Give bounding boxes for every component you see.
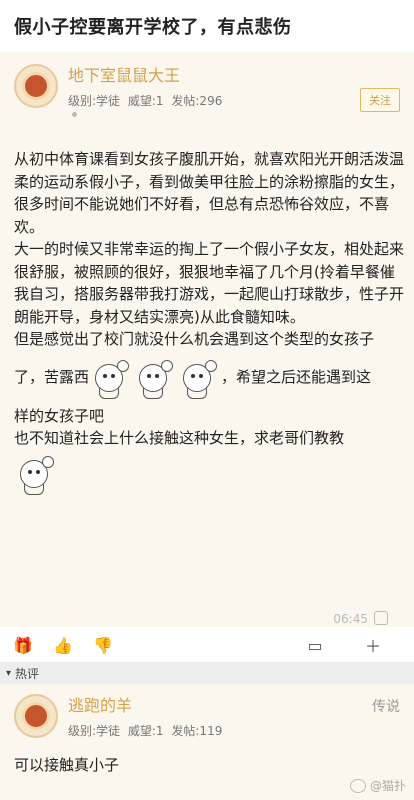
hot-comments-header: ▾ 热评 — [0, 662, 414, 684]
author-meta: 级别:学徒 威望:1 发帖:296 — [68, 92, 226, 109]
action-bar: 🎁 👍 👎 ▭ ＋ — [0, 628, 414, 662]
hot-comments-label: 热评 — [15, 666, 40, 681]
post-time: 06:45 — [333, 612, 368, 626]
watermark-text: @猫扑 — [369, 779, 406, 793]
comment-author-name[interactable]: 逃跑的羊 — [68, 696, 226, 716]
emoji-sticker-icon — [14, 454, 54, 495]
comment-author-meta: 级别:学徒 威望:1 发帖:119 — [68, 722, 226, 739]
reply-button[interactable]: 传说 — [372, 696, 400, 716]
emoji-sticker-icon — [133, 358, 174, 399]
comment-icon[interactable]: ▭ — [304, 634, 326, 656]
comment-card: 逃跑的羊 级别:学徒 威望:1 发帖:119 传说 可以接触真小子 @猫扑 — [0, 684, 414, 800]
avatar[interactable] — [14, 64, 58, 108]
app-icon — [374, 611, 388, 625]
follow-button[interactable]: 关注 — [360, 88, 400, 112]
avatar[interactable] — [14, 694, 58, 738]
emoji-sticker-icon — [89, 358, 130, 399]
post-paragraph-3: 但是感觉出了校门就没什么机会遇到这个类型的女孩子 — [14, 330, 375, 348]
avatar-image — [22, 72, 50, 100]
author-reputation: 威望:1 — [127, 94, 164, 108]
post-author: 地下室鼠鼠大王 级别:学徒 威望:1 发帖:296 关注 — [0, 52, 414, 112]
comment-author-reputation: 威望:1 — [127, 724, 164, 738]
thumbs-down-icon[interactable]: 👎 — [92, 634, 114, 656]
comment-author-posts: 发帖:119 — [171, 724, 223, 738]
gift-icon[interactable]: 🎁 — [12, 634, 34, 656]
thumbs-up-icon[interactable]: 👍 — [52, 634, 74, 656]
author-level: 级别:学徒 — [68, 94, 121, 108]
sticker-line: 了，苦露西 ，希望之后还能遇到这 — [14, 351, 404, 405]
comment-author-level: 级别:学徒 — [68, 724, 121, 738]
plus-icon[interactable]: ＋ — [362, 634, 384, 656]
watermark: @猫扑 — [349, 777, 406, 794]
emoji-sticker-icon — [177, 358, 218, 399]
post-content: 从初中体育课看到女孩子腹肌开始，就喜欢阳光开朗活泼温柔的运动系假小子，看到做美甲… — [14, 148, 404, 500]
avatar-image — [22, 702, 50, 730]
more-dot-icon — [72, 112, 77, 117]
author-posts: 发帖:296 — [171, 94, 223, 108]
post-paragraph-4: 样的女孩子吧 — [14, 406, 105, 425]
post-paragraph-1: 从初中体育课看到女孩子腹肌开始，就喜欢阳光开朗活泼温柔的运动系假小子，看到做美甲… — [14, 150, 405, 236]
comment-text: 可以接触真小子 — [14, 756, 120, 774]
page-title: 假小子控要离开学校了，有点悲伤 — [0, 0, 414, 53]
sticker-line-prefix: 了，苦露西 — [14, 368, 90, 387]
chevron-down-icon: ▾ — [6, 667, 12, 679]
post-paragraph-5: 也不知道社会上什么接触这种女生，求老哥们教教 — [14, 429, 345, 447]
author-name[interactable]: 地下室鼠鼠大王 — [68, 66, 226, 86]
post-card: 地下室鼠鼠大王 级别:学徒 威望:1 发帖:296 关注 从初中体育课看到女孩子… — [0, 52, 414, 627]
weibo-icon — [349, 778, 366, 793]
sticker-line-suffix: ，希望之后还能遇到这 — [221, 368, 372, 387]
post-paragraph-2: 大一的时候又非常幸运的掏上了一个假小子女友，相处起来很舒服，被照顾的很好，狠狠地… — [14, 240, 405, 326]
comment-author: 逃跑的羊 级别:学徒 威望:1 发帖:119 传说 — [0, 684, 414, 739]
